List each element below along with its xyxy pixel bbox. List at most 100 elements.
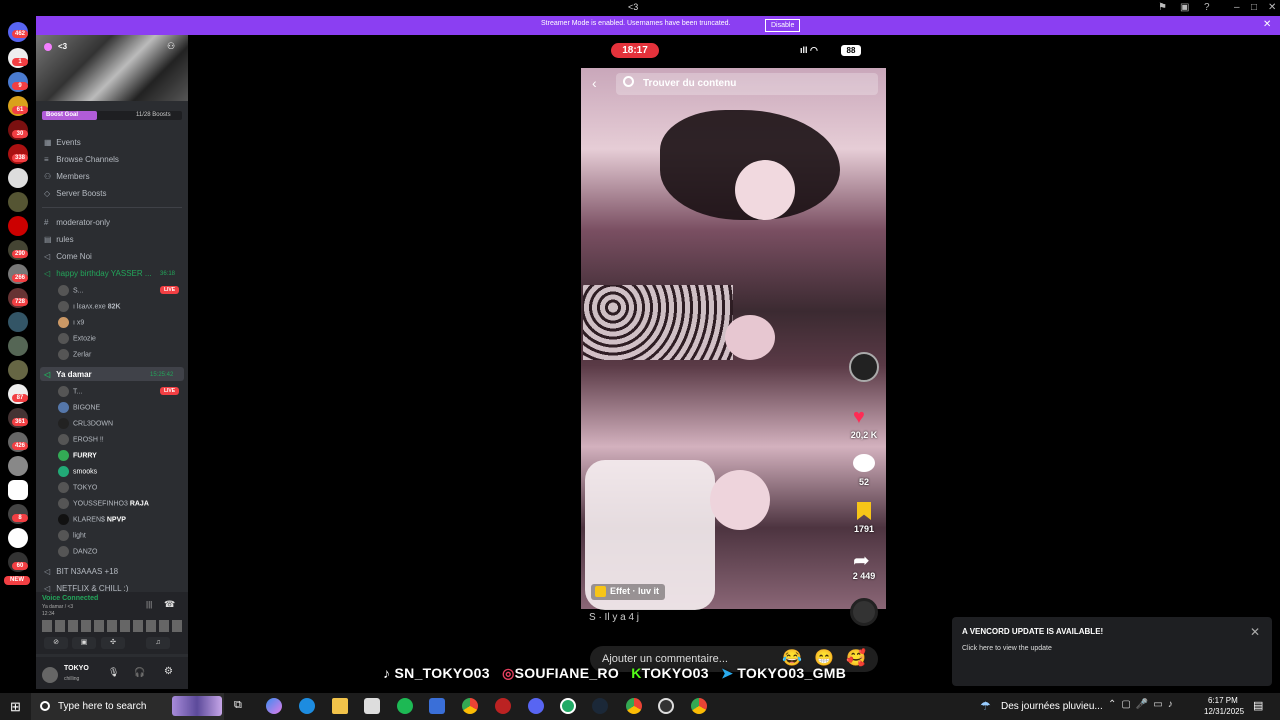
nav-server-boosts[interactable]: ◇ Server Boosts — [44, 189, 106, 198]
edge-icon[interactable] — [299, 698, 315, 714]
avatar — [58, 349, 69, 360]
nav-label: Events — [56, 138, 81, 147]
store-icon[interactable] — [364, 698, 380, 714]
voice-user[interactable]: T... — [58, 386, 82, 397]
task-view-icon[interactable]: ⧉ — [234, 699, 242, 712]
creator-avatar[interactable] — [849, 352, 879, 382]
voice-user[interactable]: YOUSSEFINHO3 RAJA — [58, 498, 149, 509]
close-icon[interactable]: ✕ — [1250, 625, 1260, 639]
voice-user[interactable]: smooks — [58, 466, 97, 477]
taskbar-date[interactable]: 12/31/2025 — [1204, 707, 1244, 716]
back-chevron-icon[interactable]: ‹ — [592, 75, 597, 91]
taskbar-time[interactable]: 6:17 PM — [1208, 696, 1238, 705]
mail-icon[interactable] — [429, 698, 445, 714]
microphone-icon[interactable]: 🎙 — [108, 667, 119, 678]
avatar — [58, 301, 69, 312]
screen-icon[interactable]: ▣ — [1180, 2, 1189, 13]
pin-icon[interactable]: ⚑ — [1158, 2, 1167, 13]
share-icon[interactable]: ➦ — [853, 548, 870, 573]
voice-user[interactable]: TOKYO — [58, 482, 97, 493]
disconnect-icon[interactable]: ☎ — [164, 599, 175, 610]
music-disc-icon[interactable] — [850, 598, 878, 626]
nav-browse-channels[interactable]: ≡ Browse Channels — [44, 155, 119, 164]
accessibility-icon[interactable] — [8, 528, 28, 548]
voice-user[interactable]: ı x9 — [58, 317, 84, 328]
voice-channel-path: Ya damar / <3 — [42, 604, 74, 610]
nav-events[interactable]: ▦ Events — [44, 138, 81, 147]
channel-come-noi[interactable]: ◁ Come Noi — [44, 252, 92, 261]
server-icon[interactable] — [8, 168, 28, 188]
settings-gear-icon[interactable]: ⚙ — [164, 666, 173, 677]
windows-start-icon[interactable]: ⊞ — [10, 699, 21, 715]
voice-user[interactable]: Zerlar — [58, 349, 91, 360]
effect-tag[interactable]: Effet · luv it — [591, 584, 665, 600]
minimize-button[interactable]: – — [1234, 2, 1240, 13]
spotify-icon[interactable] — [397, 698, 413, 714]
user-status: chilling — [64, 676, 80, 682]
voice-connected-status[interactable]: Voice Connected — [42, 595, 98, 602]
server-icon[interactable] — [8, 192, 28, 212]
server-icon[interactable] — [8, 456, 28, 476]
nav-members[interactable]: ⚇ Members — [44, 172, 90, 181]
disable-streamer-mode-button[interactable]: Disable — [765, 19, 801, 32]
server-icon[interactable] — [8, 360, 28, 380]
server-icon[interactable] — [8, 480, 28, 500]
channel-rules[interactable]: ▤ rules — [44, 235, 74, 244]
signal-icon[interactable]: ||| — [146, 600, 152, 609]
system-tray-icons[interactable]: ⌃▢🎤▭♪ — [1108, 699, 1178, 710]
weather-text[interactable]: Des journées pluvieu... — [1001, 701, 1103, 712]
voice-channel-bit[interactable]: ◁ BIT N3AAAS +18 — [44, 567, 118, 576]
help-icon[interactable]: ? — [1204, 2, 1210, 13]
hash-icon: # — [44, 218, 49, 227]
weather-rain-icon[interactable]: ☂ — [980, 699, 991, 713]
avatar[interactable] — [42, 667, 58, 683]
server-rail: 462 1 9 61 30 338 290 266 728 87 361 426… — [0, 16, 36, 689]
notification-icon[interactable]: ▤ — [1253, 699, 1263, 712]
voice-user[interactable]: ı lɛaʌx.exe 82K — [58, 301, 121, 312]
vencord-update-toast[interactable]: A VENCORD UPDATE IS AVAILABLE! Click her… — [952, 617, 1272, 686]
voice-user[interactable]: BIGONE — [58, 402, 100, 413]
avatar — [58, 333, 69, 344]
voice-user[interactable]: light — [58, 530, 86, 541]
voice-user[interactable]: FURRY — [58, 450, 97, 461]
voice-user[interactable]: CRL3DOWN — [58, 418, 113, 429]
discord-icon[interactable] — [528, 698, 544, 714]
chrome-icon[interactable] — [691, 698, 707, 714]
copilot-icon[interactable] — [266, 698, 282, 714]
close-window-button[interactable]: ✕ — [1268, 2, 1276, 13]
whatsapp-icon[interactable] — [560, 698, 576, 714]
camera-off-icon[interactable]: ⊘ — [44, 637, 68, 649]
server-name[interactable]: <3 — [58, 42, 67, 51]
voice-user[interactable]: Extozie — [58, 333, 96, 344]
add-member-icon[interactable]: ⚇ — [167, 41, 175, 52]
channel-moderator-only[interactable]: # moderator-only — [44, 218, 110, 227]
voice-user[interactable]: KLAREN$ NPVP — [58, 514, 126, 525]
soundboard-icon[interactable]: ♫ — [146, 637, 170, 649]
server-icon[interactable] — [8, 216, 28, 236]
voice-user[interactable]: S... — [58, 285, 84, 296]
server-icon[interactable] — [8, 312, 28, 332]
chrome-icon[interactable] — [626, 698, 642, 714]
mention-badge: 290 — [12, 250, 28, 258]
screen-share-icon[interactable]: ▣ — [72, 637, 96, 649]
user-panel: TOKYO chilling 🎙 🎧 ⚙ — [36, 657, 188, 689]
headphones-icon[interactable]: 🎧 — [134, 667, 145, 678]
maximize-button[interactable]: □ — [1251, 2, 1257, 13]
server-icon[interactable] — [8, 336, 28, 356]
voice-user[interactable]: EROSH !! — [58, 434, 104, 445]
toast-body[interactable]: Click here to view the update — [962, 645, 1052, 652]
user-name[interactable]: TOKYO — [64, 665, 89, 672]
voice-channel-birthday[interactable]: ◁ happy birthday YASSER ... — [44, 269, 152, 278]
steam-icon[interactable] — [592, 698, 608, 714]
video-content — [725, 315, 775, 360]
comment-icon[interactable] — [853, 454, 875, 472]
obs-icon[interactable] — [658, 698, 674, 714]
voice-channel-ya-damar[interactable]: ◁ Ya damar — [44, 370, 92, 379]
heart-icon[interactable]: ♥ — [853, 406, 865, 429]
voice-user[interactable]: DANZO — [58, 546, 98, 557]
activities-icon[interactable]: ✣ — [101, 637, 125, 649]
chrome-icon[interactable] — [462, 698, 478, 714]
file-explorer-icon[interactable] — [332, 698, 348, 714]
app-icon[interactable] — [495, 698, 511, 714]
close-icon[interactable]: ✕ — [1263, 19, 1271, 30]
